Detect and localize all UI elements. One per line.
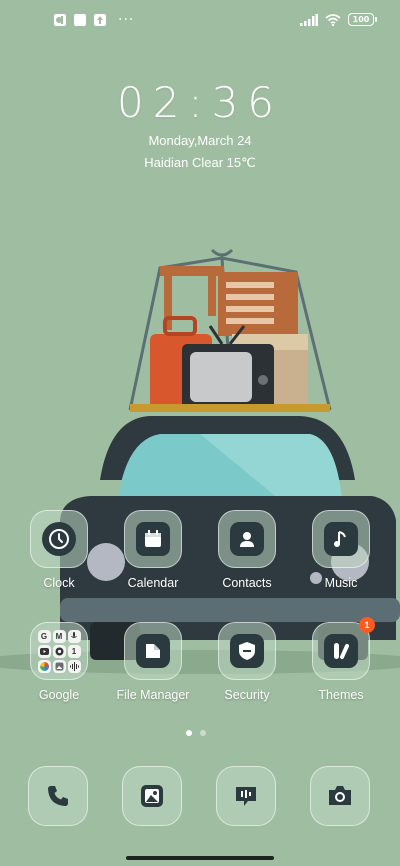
clock-icon — [42, 522, 76, 556]
system-icons: 100 — [300, 13, 377, 26]
podcasts-icon — [67, 659, 81, 673]
google-folder-icon: G M 1 — [37, 629, 81, 673]
clock-widget[interactable]: 02:36 Monday,March 24 Haidian Clear 15℃ — [0, 78, 400, 174]
signal-bars-icon — [300, 13, 318, 26]
dock-phone[interactable] — [28, 766, 88, 826]
google-g-icon: G — [37, 629, 51, 643]
gallery-icon — [141, 785, 163, 807]
youtube-icon — [37, 644, 51, 658]
chrome-icon — [52, 644, 66, 658]
app-label-calendar: Calendar — [127, 576, 179, 590]
notification-icons: ··· — [54, 12, 135, 28]
battery-icon: 100 — [348, 13, 377, 26]
square-notification-icon — [74, 14, 86, 26]
dock-camera[interactable] — [310, 766, 370, 826]
voice-message-icon — [236, 787, 256, 806]
home-gesture-bar[interactable] — [126, 856, 274, 860]
widget-weather: Haidian Clear 15℃ — [144, 155, 256, 170]
photos-icon — [37, 659, 51, 673]
contacts-app-tile[interactable] — [218, 510, 276, 568]
app-clock[interactable]: Clock — [14, 510, 104, 590]
app-contacts[interactable]: Contacts — [202, 510, 292, 590]
music-app-tile[interactable] — [312, 510, 370, 568]
page-dot-active[interactable] — [186, 730, 192, 736]
dock-gallery[interactable] — [122, 766, 182, 826]
messages-app-tile[interactable] — [216, 766, 276, 826]
status-bar: ··· 100 — [0, 0, 400, 42]
wifi-icon — [325, 13, 341, 26]
gallery-app-tile[interactable] — [122, 766, 182, 826]
google-one-icon: 1 — [67, 644, 81, 658]
file-manager-app-tile[interactable] — [124, 622, 182, 680]
assistant-mic-icon — [67, 629, 81, 643]
app-label-clock: Clock — [43, 576, 75, 590]
clock-app-tile[interactable] — [30, 510, 88, 568]
dock-messages[interactable] — [216, 766, 276, 826]
calendar-icon — [136, 522, 170, 556]
google-folder-tile[interactable]: G M 1 — [30, 622, 88, 680]
gallery-mini-icon — [52, 659, 66, 673]
app-label-security: Security — [224, 688, 270, 702]
camera-icon — [329, 786, 351, 805]
battery-level: 100 — [352, 15, 370, 24]
person-icon — [230, 522, 264, 556]
folder-icon — [136, 634, 170, 668]
notification-badge: 1 — [359, 617, 375, 633]
themes-app-tile[interactable]: 1 — [312, 617, 375, 680]
app-notification-icon — [54, 14, 66, 26]
more-notifications-indicator: ··· — [118, 12, 135, 28]
widget-time: 02:36 — [116, 78, 284, 127]
app-label-themes: Themes — [318, 688, 364, 702]
music-note-icon — [324, 522, 358, 556]
upload-notification-icon — [94, 14, 106, 26]
app-label-music: Music — [324, 576, 358, 590]
widget-date: Monday,March 24 — [148, 133, 252, 148]
calendar-app-tile[interactable] — [124, 510, 182, 568]
app-google-folder[interactable]: G M 1 Google — [14, 622, 104, 702]
app-music[interactable]: Music — [296, 510, 386, 590]
gmail-icon: M — [52, 629, 66, 643]
app-label-contacts: Contacts — [222, 576, 272, 590]
security-app-tile[interactable] — [218, 622, 276, 680]
page-dot[interactable] — [200, 730, 206, 736]
app-file-manager[interactable]: File Manager — [108, 622, 198, 702]
themes-brush-icon — [324, 634, 358, 668]
app-label-file-manager: File Manager — [116, 688, 190, 702]
phone-app-tile[interactable] — [28, 766, 88, 826]
camera-app-tile[interactable] — [310, 766, 370, 826]
app-security[interactable]: Security — [202, 622, 292, 702]
app-themes[interactable]: 1 Themes — [296, 617, 386, 702]
phone-icon — [48, 786, 68, 806]
app-label-google: Google — [38, 688, 80, 702]
page-indicator[interactable] — [186, 730, 206, 736]
shield-icon — [230, 634, 264, 668]
app-calendar[interactable]: Calendar — [108, 510, 198, 590]
